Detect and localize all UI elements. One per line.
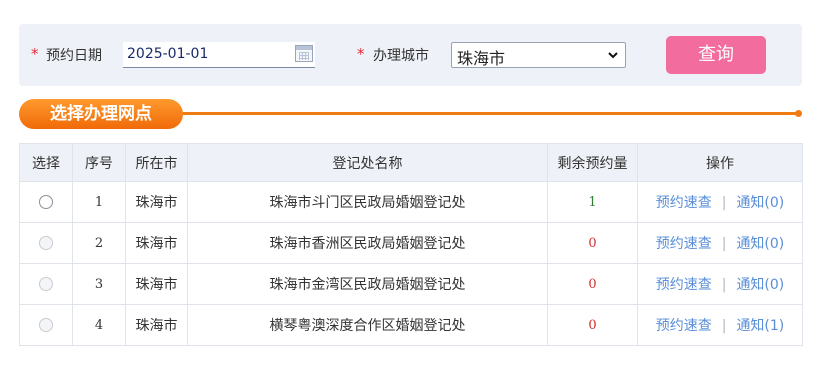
remaining-cell: 0	[547, 222, 638, 264]
header-actions: 操作	[637, 143, 803, 182]
notify-link[interactable]: 通知(0)	[736, 277, 784, 293]
seq-cell: 2	[72, 222, 126, 264]
quick-check-link[interactable]: 预约速查	[656, 277, 712, 293]
select-cell	[19, 304, 73, 346]
quick-check-link[interactable]: 预约速查	[656, 195, 712, 211]
filter-bar: * 预约日期 2025-01-01 * 办理城市 珠海市 查询	[19, 24, 802, 86]
city-select[interactable]: 珠海市	[451, 42, 626, 68]
date-value: 2025-01-01	[127, 46, 209, 62]
required-mark: *	[357, 45, 365, 63]
table-header-row: 选择 序号 所在市 登记处名称 剩余预约量 操作	[19, 143, 803, 182]
radio-button[interactable]	[39, 195, 53, 209]
city-cell: 珠海市	[125, 304, 188, 346]
header-remaining: 剩余预约量	[547, 143, 638, 182]
city-value: 珠海市	[457, 49, 506, 68]
required-mark: *	[31, 45, 39, 63]
office-name-cell: 珠海市金湾区民政局婚姻登记处	[187, 263, 548, 305]
notify-link[interactable]: 通知(1)	[736, 318, 784, 334]
city-cell: 珠海市	[125, 263, 188, 305]
search-button[interactable]: 查询	[666, 36, 766, 74]
date-input[interactable]: 2025-01-01	[123, 42, 315, 68]
quick-check-link[interactable]: 预约速查	[656, 318, 712, 334]
radio-button	[39, 318, 53, 332]
select-cell	[19, 222, 73, 264]
section-divider-dot	[795, 110, 802, 117]
actions-cell: 预约速查 | 通知(1)	[637, 304, 803, 346]
remaining-cell: 0	[547, 263, 638, 305]
header-office-name: 登记处名称	[187, 143, 548, 182]
city-label: 办理城市	[373, 48, 429, 64]
actions-cell: 预约速查 | 通知(0)	[637, 222, 803, 264]
date-label: 预约日期	[46, 48, 102, 64]
notify-link[interactable]: 通知(0)	[736, 195, 784, 211]
action-separator: |	[721, 277, 727, 293]
chevron-down-icon	[608, 52, 618, 59]
quick-check-link[interactable]: 预约速查	[656, 236, 712, 252]
action-separator: |	[721, 195, 727, 211]
action-separator: |	[721, 236, 727, 252]
radio-button	[39, 277, 53, 291]
select-cell	[19, 181, 73, 223]
header-seq: 序号	[72, 143, 126, 182]
table-row: 3 珠海市 珠海市金湾区民政局婚姻登记处 0 预约速查 | 通知(0)	[19, 263, 803, 305]
office-table: 选择 序号 所在市 登记处名称 剩余预约量 操作 1 珠海市 珠海市斗门区民政局…	[19, 143, 803, 346]
remaining-cell: 1	[547, 181, 638, 223]
seq-cell: 4	[72, 304, 126, 346]
table-row: 2 珠海市 珠海市香洲区民政局婚姻登记处 0 预约速查 | 通知(0)	[19, 222, 803, 264]
radio-button	[39, 236, 53, 250]
action-separator: |	[721, 318, 727, 334]
actions-cell: 预约速查 | 通知(0)	[637, 263, 803, 305]
actions-cell: 预约速查 | 通知(0)	[637, 181, 803, 223]
header-select: 选择	[19, 143, 73, 182]
city-cell: 珠海市	[125, 222, 188, 264]
seq-cell: 3	[72, 263, 126, 305]
remaining-cell: 0	[547, 304, 638, 346]
office-name-cell: 珠海市香洲区民政局婚姻登记处	[187, 222, 548, 264]
office-name-cell: 横琴粤澳深度合作区婚姻登记处	[187, 304, 548, 346]
calendar-icon[interactable]	[295, 45, 313, 62]
notify-link[interactable]: 通知(0)	[736, 236, 784, 252]
table-row: 4 珠海市 横琴粤澳深度合作区婚姻登记处 0 预约速查 | 通知(1)	[19, 304, 803, 346]
section-divider	[170, 112, 800, 115]
city-cell: 珠海市	[125, 181, 188, 223]
header-city: 所在市	[125, 143, 188, 182]
select-cell	[19, 263, 73, 305]
office-name-cell: 珠海市斗门区民政局婚姻登记处	[187, 181, 548, 223]
table-row: 1 珠海市 珠海市斗门区民政局婚姻登记处 1 预约速查 | 通知(0)	[19, 181, 803, 223]
seq-cell: 1	[72, 181, 126, 223]
section-title: 选择办理网点	[19, 99, 183, 129]
